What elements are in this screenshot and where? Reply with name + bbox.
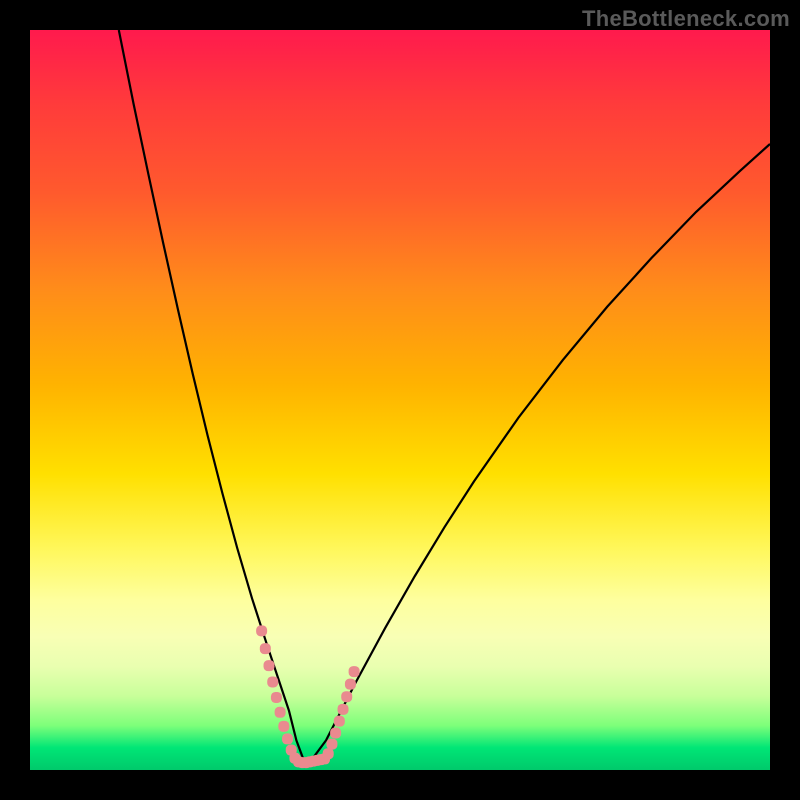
curve-marker: [341, 691, 352, 702]
plot-area: [30, 30, 770, 770]
curve-marker: [330, 728, 341, 739]
curve-marker: [338, 704, 349, 715]
curve-marker: [264, 660, 275, 671]
curve-marker: [278, 721, 289, 732]
curve-marker: [323, 748, 334, 759]
watermark-text: TheBottleneck.com: [582, 6, 790, 32]
curve-marker: [334, 716, 345, 727]
curve-marker: [275, 707, 286, 718]
curve-marker: [282, 733, 293, 744]
curve-marker: [267, 676, 278, 687]
curve-marker: [256, 625, 267, 636]
curve-marker: [326, 739, 337, 750]
curve-marker: [271, 692, 282, 703]
bottleneck-curve: [119, 30, 770, 760]
curve-marker: [260, 643, 271, 654]
curve-marker: [349, 666, 360, 677]
chart-svg: [30, 30, 770, 770]
curve-marker: [345, 679, 356, 690]
chart-frame: TheBottleneck.com: [0, 0, 800, 800]
marker-group: [256, 625, 360, 768]
